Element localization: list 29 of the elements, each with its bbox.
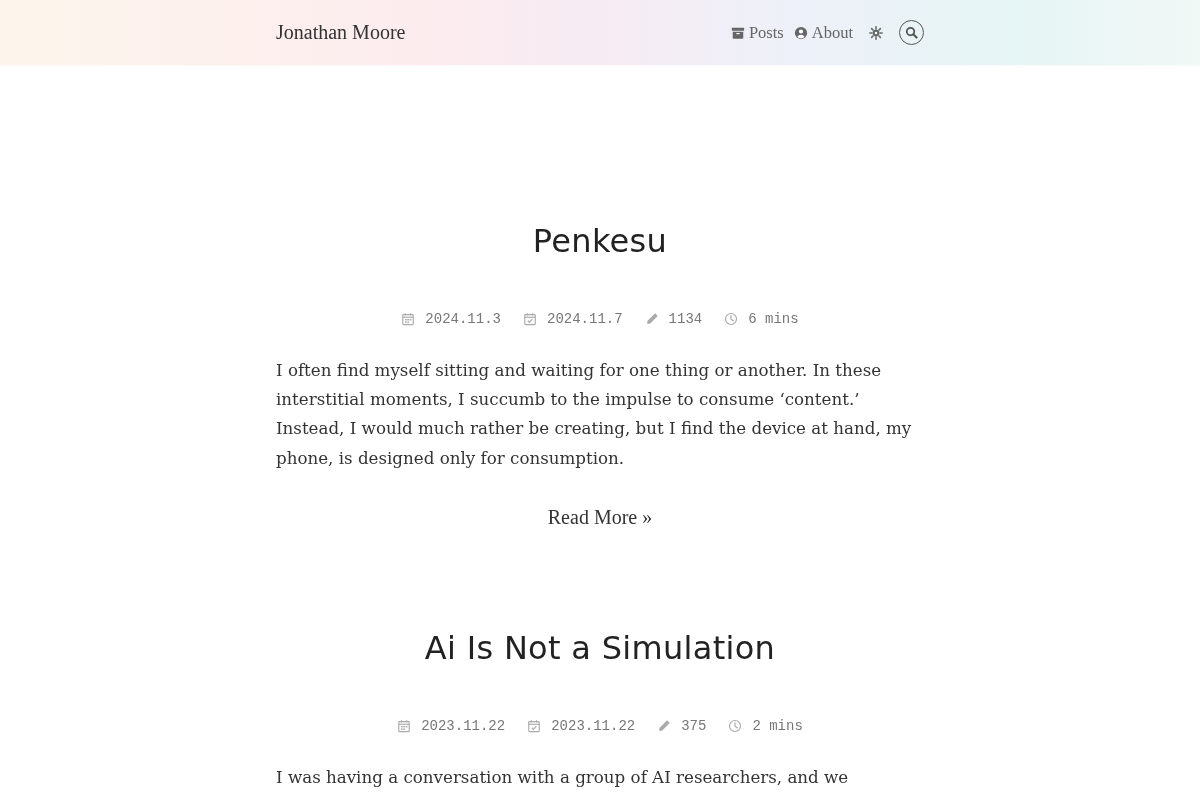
publish-date: 2023.11.22 xyxy=(421,716,506,736)
reading-time: 2 mins xyxy=(752,716,803,736)
clock-icon xyxy=(724,312,739,326)
reading-time: 6 mins xyxy=(748,310,799,329)
publish-date: 2024.11.3 xyxy=(425,310,501,329)
read-more-link[interactable]: Read More » xyxy=(547,505,653,528)
clock-icon xyxy=(728,718,743,733)
post-excerpt: I was having a conversation with a group of AI researchers, and we xyxy=(276,765,850,789)
post-title[interactable]: Ai Is Not a Simulation xyxy=(276,625,924,670)
word-count: 375 xyxy=(681,716,707,736)
calendar-icon xyxy=(401,312,416,326)
word-count: 1134 xyxy=(668,310,703,329)
search-icon xyxy=(905,26,918,39)
archive-box-icon xyxy=(730,25,745,40)
update-date: 2023.11.22 xyxy=(551,716,636,736)
post-excerpt: I often find myself sitting and waiting for one thing or another. In these interstitial moments, I succumb to the impulse to consume ‘content.’ Instead, I would much rather be creating, but I find the device at hand, my phone, is designed only for consumption. xyxy=(276,359,913,470)
sun-icon xyxy=(869,25,883,40)
calendar-check-icon xyxy=(527,718,542,733)
nav-link[interactable]: Posts xyxy=(730,22,784,43)
user-circle-icon xyxy=(793,25,808,40)
update-date: 2024.11.7 xyxy=(547,310,623,329)
site-title[interactable]: Jonathan Moore xyxy=(276,21,406,44)
theme-toggle-button[interactable] xyxy=(869,25,883,40)
calendar-icon xyxy=(397,718,412,733)
post-title[interactable]: Penkesu xyxy=(276,219,924,263)
nav-link[interactable]: About xyxy=(793,22,853,43)
pencil-icon xyxy=(644,312,659,326)
pencil-icon xyxy=(657,718,672,733)
calendar-check-icon xyxy=(523,312,537,326)
